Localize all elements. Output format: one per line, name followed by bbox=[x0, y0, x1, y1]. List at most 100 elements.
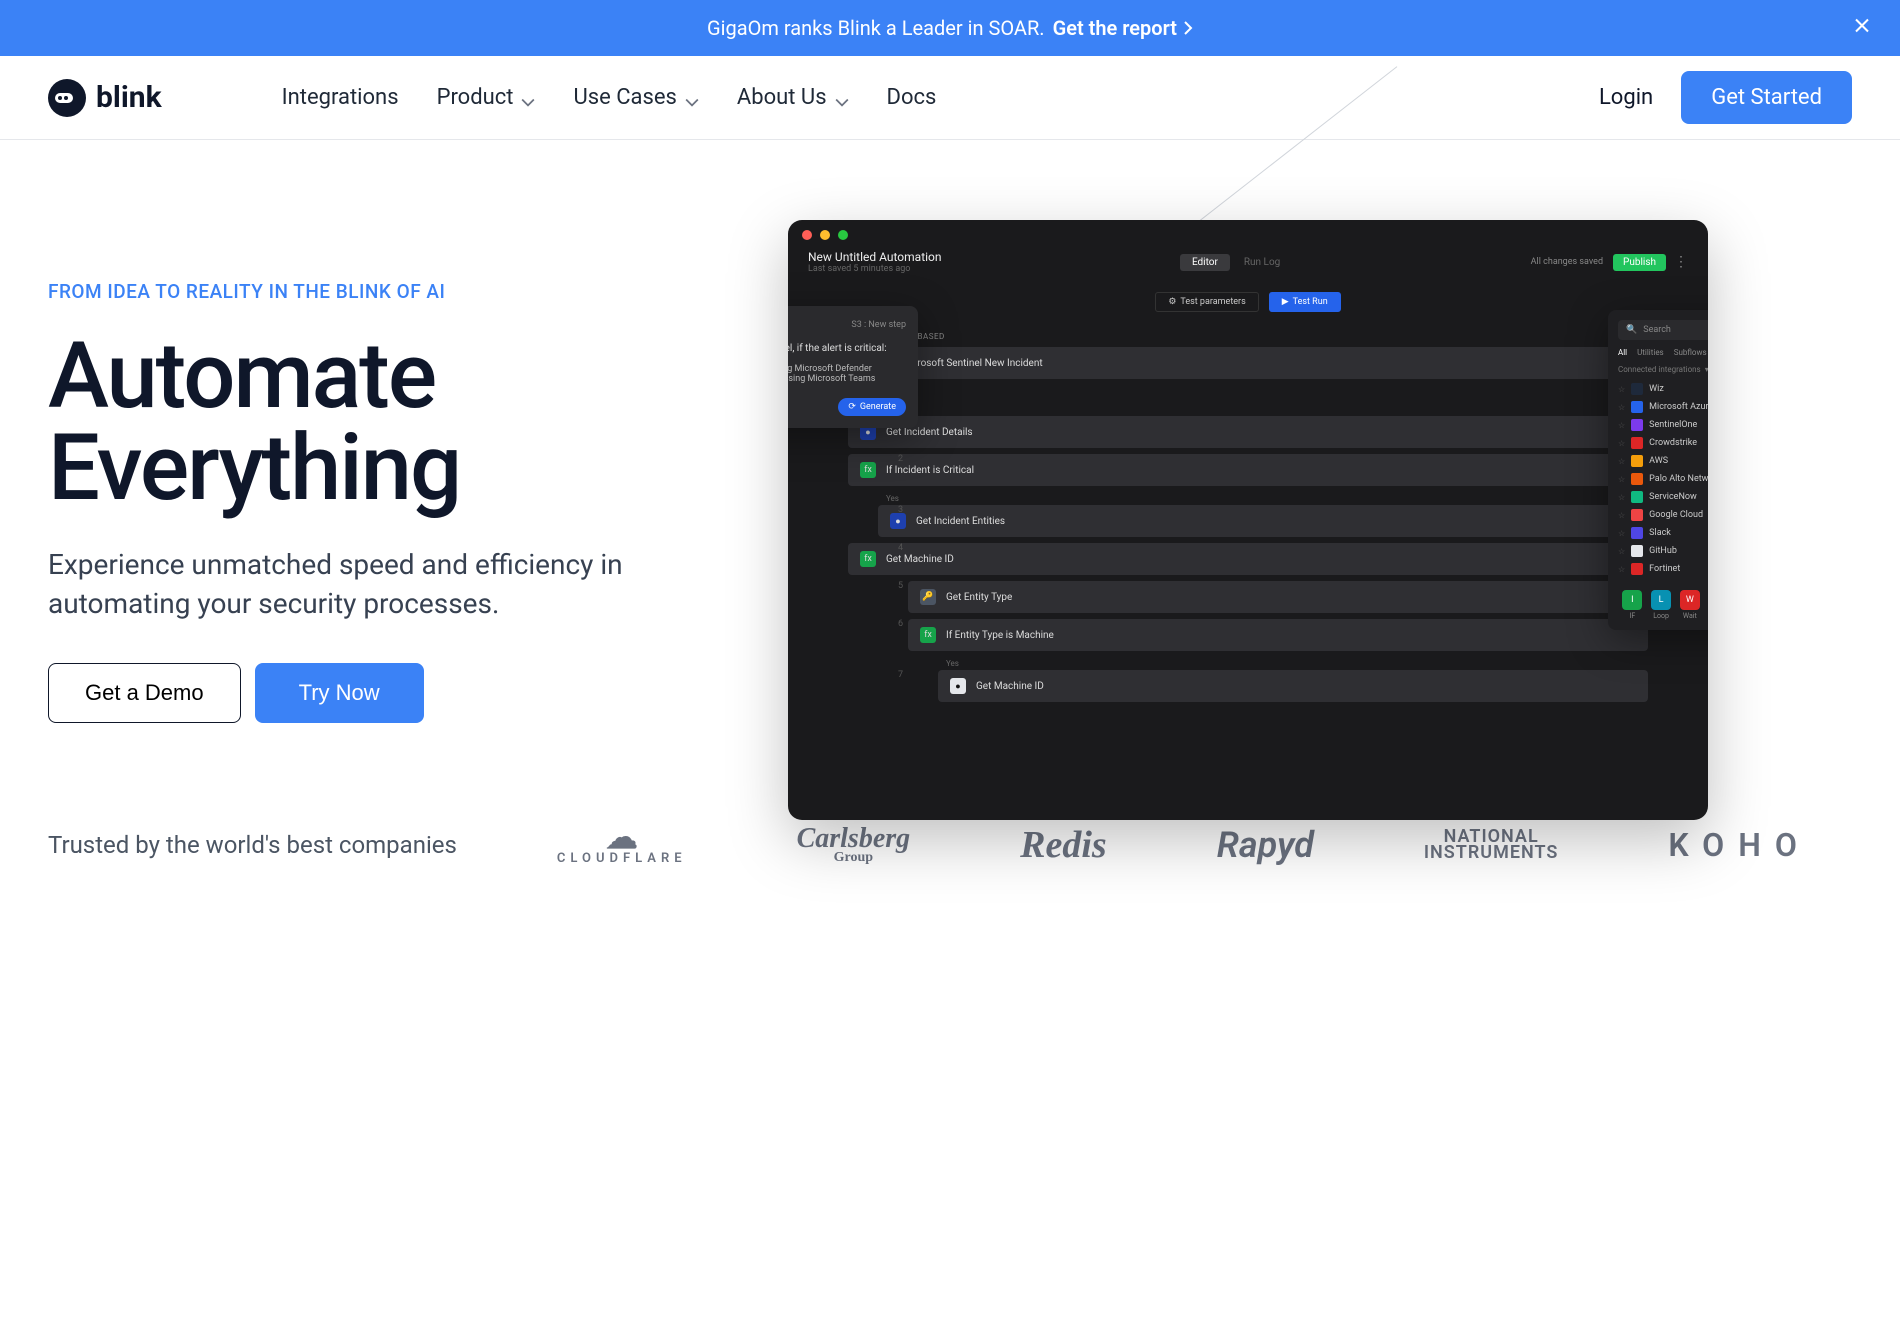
koho-logo: KOHO bbox=[1668, 826, 1811, 864]
save-status: All changes saved bbox=[1531, 257, 1603, 267]
get-started-button[interactable]: Get Started bbox=[1681, 71, 1852, 124]
copilot-panel: ✦ Copilot S3 : New step On a new alert i… bbox=[788, 306, 918, 428]
rapyd-logo: Rapyd bbox=[1217, 824, 1314, 866]
control-block-button[interactable]: WWait bbox=[1680, 590, 1700, 620]
favorite-star-icon[interactable]: ☆ bbox=[1618, 421, 1625, 430]
chevron-down-icon bbox=[835, 91, 849, 105]
login-link[interactable]: Login bbox=[1599, 85, 1653, 110]
integration-logo-icon bbox=[1631, 473, 1643, 485]
step-label: Get Incident Details bbox=[886, 427, 973, 438]
nav-usecases[interactable]: Use Cases bbox=[573, 85, 698, 110]
get-demo-button[interactable]: Get a Demo bbox=[48, 663, 241, 723]
favorite-star-icon[interactable]: ☆ bbox=[1618, 511, 1625, 520]
app-header: New Untitled Automation Last saved 5 min… bbox=[788, 250, 1708, 282]
publish-button[interactable]: Publish bbox=[1613, 254, 1666, 271]
workflow-step[interactable]: fxIf Incident is Critical bbox=[848, 454, 1648, 486]
banner-link[interactable]: Get the report bbox=[1053, 16, 1193, 40]
integration-logo-icon bbox=[1631, 383, 1643, 395]
nav-product[interactable]: Product bbox=[437, 85, 536, 110]
copilot-generate-button[interactable]: ⟳Generate bbox=[838, 398, 906, 416]
step-label: Get Incident Entities bbox=[916, 516, 1005, 527]
favorite-star-icon[interactable]: ☆ bbox=[1618, 403, 1625, 412]
try-now-button[interactable]: Try Now bbox=[255, 663, 424, 723]
test-run-button[interactable]: ▶Test Run bbox=[1269, 292, 1341, 312]
more-menu-icon[interactable]: ⋮ bbox=[1674, 254, 1688, 270]
integration-logo-icon bbox=[1631, 509, 1643, 521]
announcement-banner: GigaOm ranks Blink a Leader in SOAR. Get… bbox=[0, 0, 1900, 56]
favorite-star-icon[interactable]: ☆ bbox=[1618, 493, 1625, 502]
control-block-icon: L bbox=[1651, 590, 1671, 610]
favorite-star-icon[interactable]: ☆ bbox=[1618, 457, 1625, 466]
step-number: 2 bbox=[898, 454, 903, 464]
control-block-icon: W bbox=[1680, 590, 1700, 610]
yes-branch-label: Yes bbox=[946, 657, 1648, 670]
copilot-list: 1. Isolate the machine using Microsoft D… bbox=[788, 364, 906, 384]
banner-close-button[interactable] bbox=[1852, 16, 1872, 41]
integ-tab-utilities[interactable]: Utilities bbox=[1637, 348, 1664, 357]
workflow-step[interactable]: ●Get Incident Entities bbox=[878, 505, 1648, 537]
integration-name: Wiz bbox=[1649, 384, 1664, 394]
favorite-star-icon[interactable]: ☆ bbox=[1618, 565, 1625, 574]
app-test-pills: ⚙Test parameters ▶Test Run bbox=[788, 282, 1708, 322]
test-parameters-button[interactable]: ⚙Test parameters bbox=[1155, 292, 1258, 312]
app-screenshot: New Untitled Automation Last saved 5 min… bbox=[788, 220, 1708, 820]
control-block-button[interactable]: IIF bbox=[1622, 590, 1642, 620]
step-label: Get Machine ID bbox=[886, 554, 954, 565]
brand-logo[interactable]: blink bbox=[48, 79, 162, 117]
step-icon: fx bbox=[860, 551, 876, 567]
integration-row[interactable]: ☆Slack45 bbox=[1618, 524, 1708, 542]
step-label: Get Machine ID bbox=[976, 681, 1044, 692]
nav-integrations[interactable]: Integrations bbox=[282, 85, 399, 110]
nav-docs[interactable]: Docs bbox=[887, 85, 937, 110]
integration-row[interactable]: ☆GitHub26 bbox=[1618, 542, 1708, 560]
integration-name: Palo Alto Networks bbox=[1649, 474, 1708, 484]
integrations-panel: 🔍 Search All Utilities Subflows Custom F… bbox=[1608, 310, 1708, 630]
integration-row[interactable]: ☆Fortinet34 bbox=[1618, 560, 1708, 578]
workflow-step[interactable]: ●Get Machine ID bbox=[938, 670, 1648, 702]
integration-logo-icon bbox=[1631, 545, 1643, 557]
integration-logo-icon bbox=[1631, 527, 1643, 539]
traffic-light-red bbox=[802, 230, 812, 240]
chevron-down-icon bbox=[685, 91, 699, 105]
integration-name: AWS bbox=[1649, 456, 1668, 466]
favorite-star-icon[interactable]: ☆ bbox=[1618, 529, 1625, 538]
step-icon: fx bbox=[920, 627, 936, 643]
hero-eyebrow: FROM IDEA TO REALITY IN THE BLINK OF AI bbox=[48, 280, 628, 303]
integrations-search[interactable]: 🔍 Search bbox=[1618, 320, 1708, 340]
traffic-light-green bbox=[838, 230, 848, 240]
step-label: If Incident is Critical bbox=[886, 465, 974, 476]
favorite-star-icon[interactable]: ☆ bbox=[1618, 547, 1625, 556]
workflow-step[interactable]: 🔑Get Entity Type bbox=[908, 581, 1648, 613]
control-block-button[interactable]: LLoop bbox=[1651, 590, 1671, 620]
navbar: blink Integrations Product Use Cases Abo… bbox=[0, 56, 1900, 140]
trigger-row[interactable]: ◆ On Microsoft Sentinel New Incident bbox=[848, 347, 1648, 379]
integration-name: Microsoft Azure bbox=[1649, 402, 1708, 412]
hero-subtitle: Experience unmatched speed and efficienc… bbox=[48, 545, 628, 623]
integration-row[interactable]: ☆AWS43 bbox=[1618, 452, 1708, 470]
nav-about[interactable]: About Us bbox=[737, 85, 849, 110]
integ-tab-all[interactable]: All bbox=[1618, 348, 1627, 357]
integration-name: Crowdstrike bbox=[1649, 438, 1697, 448]
step-number: 7 bbox=[898, 670, 903, 680]
favorite-star-icon[interactable]: ☆ bbox=[1618, 385, 1625, 394]
integration-row[interactable]: ☆Wiz45 bbox=[1618, 380, 1708, 398]
redis-logo: Redis bbox=[1020, 823, 1107, 867]
integration-row[interactable]: ☆Google Cloud9 bbox=[1618, 506, 1708, 524]
integration-row[interactable]: ☆SentinelOne43 bbox=[1618, 416, 1708, 434]
tab-runlog[interactable]: Run Log bbox=[1232, 254, 1292, 271]
integration-row[interactable]: ☆Palo Alto Networks87 bbox=[1618, 470, 1708, 488]
integration-row[interactable]: ☆Crowdstrike45 bbox=[1618, 434, 1708, 452]
integ-tab-subflows[interactable]: Subflows bbox=[1674, 348, 1707, 357]
trusted-logos: ☁ CLOUDFLARE Carlsberg Group Redis Rapyd… bbox=[557, 823, 1852, 867]
integration-logo-icon bbox=[1631, 437, 1643, 449]
workflow-step[interactable]: fxIf Entity Type is Machine bbox=[908, 619, 1648, 651]
integration-row[interactable]: ☆Microsoft Azure3 bbox=[1618, 398, 1708, 416]
workflow-step[interactable]: ●Get Incident Details bbox=[848, 416, 1648, 448]
integration-row[interactable]: ☆ServiceNow42 bbox=[1618, 488, 1708, 506]
favorite-star-icon[interactable]: ☆ bbox=[1618, 475, 1625, 484]
tab-editor[interactable]: Editor bbox=[1180, 254, 1230, 271]
favorite-star-icon[interactable]: ☆ bbox=[1618, 439, 1625, 448]
workflow-step[interactable]: fx Get Machine ID bbox=[848, 543, 1648, 575]
integrations-tabs: All Utilities Subflows Custom Favorites bbox=[1618, 348, 1708, 357]
carlsberg-logo: Carlsberg Group bbox=[797, 826, 911, 864]
